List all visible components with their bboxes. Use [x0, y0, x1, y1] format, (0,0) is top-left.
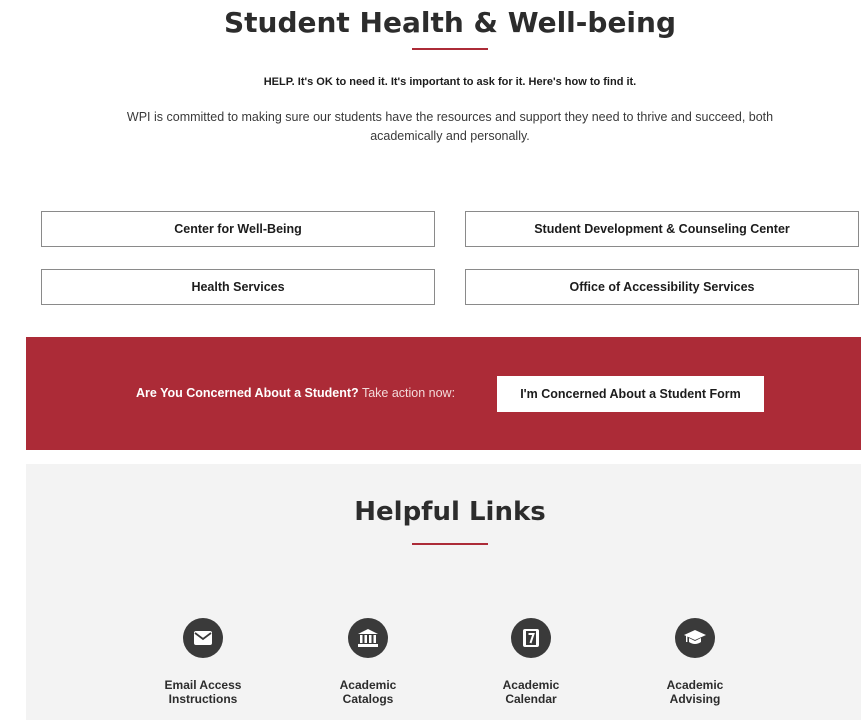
link-academic-advising-label: Academic Advising	[666, 678, 724, 706]
helpful-links-underline	[412, 543, 488, 545]
concern-prompt: Are You Concerned About a Student? Take …	[136, 386, 455, 400]
link-academic-advising[interactable]: Academic Advising	[630, 618, 760, 706]
concern-form-button[interactable]: I'm Concerned About a Student Form	[497, 376, 764, 412]
help-tagline: HELP. It's OK to need it. It's important…	[263, 76, 637, 88]
helpful-links-title: Helpful Links	[354, 497, 546, 527]
concern-action-text: Take action now:	[361, 386, 456, 400]
page-title: Student Health & Well-being	[223, 6, 677, 39]
link-email-access[interactable]: Email Access Instructions	[138, 618, 268, 706]
health-services-button[interactable]: Health Services	[41, 269, 435, 305]
accessibility-services-button[interactable]: Office of Accessibility Services	[465, 269, 859, 305]
concern-question: Are You Concerned About a Student?	[136, 386, 359, 400]
link-email-access-label: Email Access Instructions	[164, 678, 242, 706]
intro-paragraph: WPI is committed to making sure our stud…	[126, 110, 774, 143]
title-underline	[412, 48, 488, 50]
link-academic-catalogs[interactable]: Academic Catalogs	[303, 618, 433, 706]
graduation-cap-icon	[675, 618, 715, 658]
link-academic-calendar-label: Academic Calendar	[502, 678, 560, 706]
link-academic-catalogs-label: Academic Catalogs	[339, 678, 397, 706]
institution-icon	[348, 618, 388, 658]
envelope-icon	[183, 618, 223, 658]
counseling-center-button[interactable]: Student Development & Counseling Center	[465, 211, 859, 247]
center-for-well-being-button[interactable]: Center for Well-Being	[41, 211, 435, 247]
link-academic-calendar[interactable]: Academic Calendar	[466, 618, 596, 706]
calendar-icon	[511, 618, 551, 658]
